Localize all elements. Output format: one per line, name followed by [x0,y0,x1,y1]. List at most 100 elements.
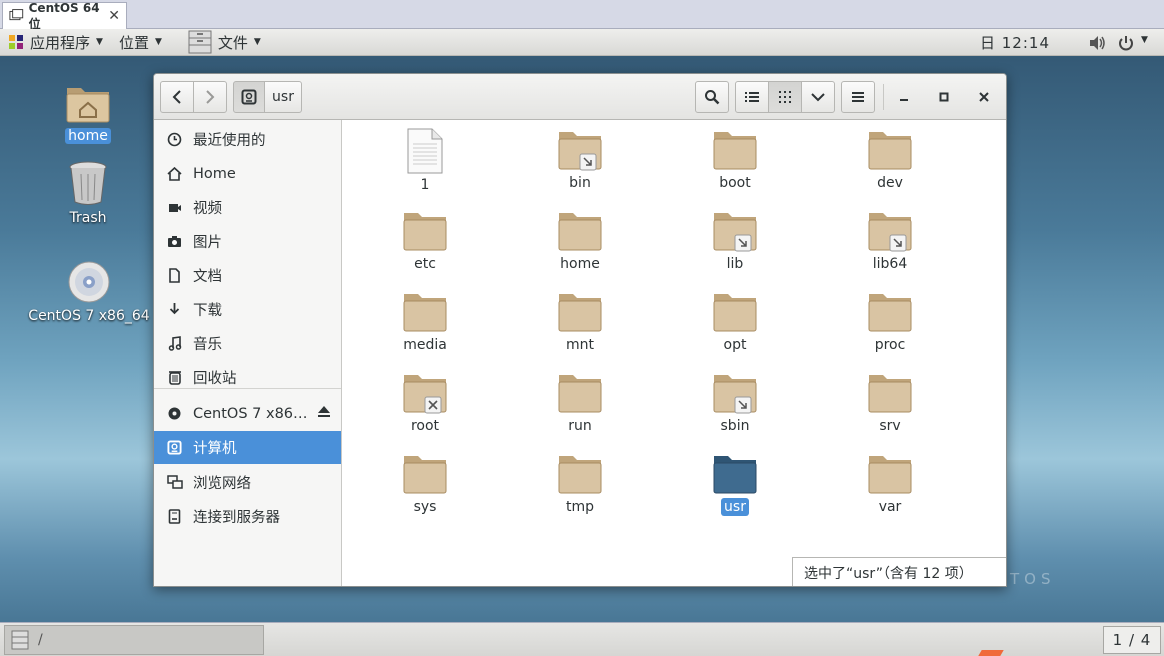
file-item-label: root [410,418,440,434]
files-label: 文件 [217,33,248,52]
file-item[interactable]: dev [825,128,955,192]
file-item[interactable]: lib64 [825,209,955,273]
file-item-label: run [568,418,592,434]
grid-view-icon [779,91,791,103]
path-segment-label: usr [272,89,294,105]
file-item[interactable]: sbin [670,371,800,435]
search-icon [705,90,720,105]
header-bar: usr [154,74,1006,120]
desktop-icon-dvd[interactable]: CentOS 7 x86_64 [24,260,154,324]
trash-icon [69,161,107,205]
file-item-label: usr [721,498,749,516]
dropdown-arrow-icon[interactable]: ▼ [1141,35,1148,45]
minimize-icon [900,99,908,101]
sidebar-item-network[interactable]: 浏览网络 [154,466,341,499]
file-item[interactable]: 1 [360,128,490,194]
view-options-button[interactable] [801,81,835,113]
file-item[interactable]: boot [670,128,800,192]
chevron-left-icon [172,90,181,104]
network-icon [166,475,183,489]
sidebar-item-dvd[interactable]: CentOS 7 x86… [154,397,341,430]
sidebar-item-music[interactable]: 音乐 [154,327,341,360]
file-item[interactable]: var [825,452,955,516]
computer-icon [241,89,257,105]
file-item-label: boot [719,175,751,191]
file-item[interactable]: etc [360,209,490,273]
file-item[interactable]: sys [360,452,490,516]
desktop-icon-trash[interactable]: Trash [58,160,118,226]
sidebar-item-trash[interactable]: 回收站 [154,361,341,394]
sidebar-item-home[interactable]: Home [154,157,341,190]
file-item[interactable]: tmp [515,452,645,516]
file-item[interactable]: srv [825,371,955,435]
back-button[interactable] [160,81,194,113]
path-root-button[interactable] [233,81,265,113]
desktop-icon-label: Trash [69,210,107,226]
minimize-button[interactable] [893,86,915,108]
file-item-label: proc [874,337,906,353]
search-button[interactable] [695,81,729,113]
top-panel: 应用程序 ▼ 位置 ▼ 文件 ▼ 日 12:14 ▼ [0,29,1164,56]
maximize-icon [939,92,949,102]
forward-button[interactable] [193,81,227,113]
applications-menu[interactable]: 应用程序 ▼ [0,29,111,55]
volume-icon[interactable] [1088,34,1106,52]
file-item[interactable]: home [515,209,645,273]
close-icon[interactable]: ✕ [108,8,120,24]
text-file-icon [407,128,443,174]
sidebar-item-computer[interactable]: 计算机 [154,431,341,464]
file-item[interactable]: bin [515,128,645,192]
path-segment-usr[interactable]: usr [264,81,302,113]
file-item[interactable]: opt [670,290,800,354]
list-view-button[interactable] [735,81,769,113]
desktop-icon-label: CentOS 7 x86_64 [28,308,150,324]
file-item[interactable]: proc [825,290,955,354]
close-button[interactable] [973,86,995,108]
folder-icon [868,294,912,332]
sidebar-item-videos[interactable]: 视频 [154,191,341,224]
file-item[interactable]: run [515,371,645,435]
folder-icon [403,456,447,494]
header-separator [883,84,884,110]
eject-icon[interactable] [317,405,331,418]
sidebar-item-pictures[interactable]: 图片 [154,225,341,258]
grid-view-button[interactable] [768,81,802,113]
places-menu[interactable]: 位置 ▼ [111,29,170,55]
places-sidebar: 最近使用的 Home 视频 图片 文档 下载 音乐 回收站 CentOS 7 x… [154,120,342,586]
sidebar-item-recent[interactable]: 最近使用的 [154,123,341,156]
file-item[interactable]: root [360,371,490,435]
home-folder-icon [66,88,110,123]
folder-icon [403,213,447,251]
folder-icon [713,294,757,332]
file-item[interactable]: usr [670,452,800,516]
power-icon[interactable] [1117,34,1135,52]
vm-tab-bar: CentOS 64 位 ✕ [0,0,1164,31]
download-icon [169,303,180,315]
places-label: 位置 [118,33,149,52]
clock[interactable]: 日 12:14 [980,29,1050,56]
sidebar-item-downloads[interactable]: 下载 [154,293,341,326]
file-item-label: lib [726,256,744,272]
folder-icon [868,375,912,413]
workspace-switcher[interactable]: 1 / 4 [1103,626,1161,654]
file-item-label: bin [569,175,591,191]
folder-icon [403,294,447,332]
disc-icon [168,407,181,420]
vm-tab[interactable]: CentOS 64 位 ✕ [2,1,127,31]
server-icon [168,509,181,524]
trash-icon [168,371,181,385]
menu-button[interactable] [841,81,875,113]
file-item[interactable]: media [360,290,490,354]
sidebar-item-documents[interactable]: 文档 [154,259,341,292]
camera-icon [168,236,181,247]
files-menu[interactable]: 文件 ▼ [170,29,269,55]
desktop-icon-home[interactable]: home [60,80,116,144]
file-item[interactable]: lib [670,209,800,273]
file-item[interactable]: mnt [515,290,645,354]
chevron-down-icon [811,93,825,102]
sidebar-item-label: 连接到服务器 [193,510,280,526]
sidebar-item-connect-server[interactable]: 连接到服务器 [154,500,341,533]
window-list-item[interactable]: / [4,625,264,655]
maximize-button[interactable] [933,86,955,108]
sidebar-item-label: 计算机 [193,441,237,457]
